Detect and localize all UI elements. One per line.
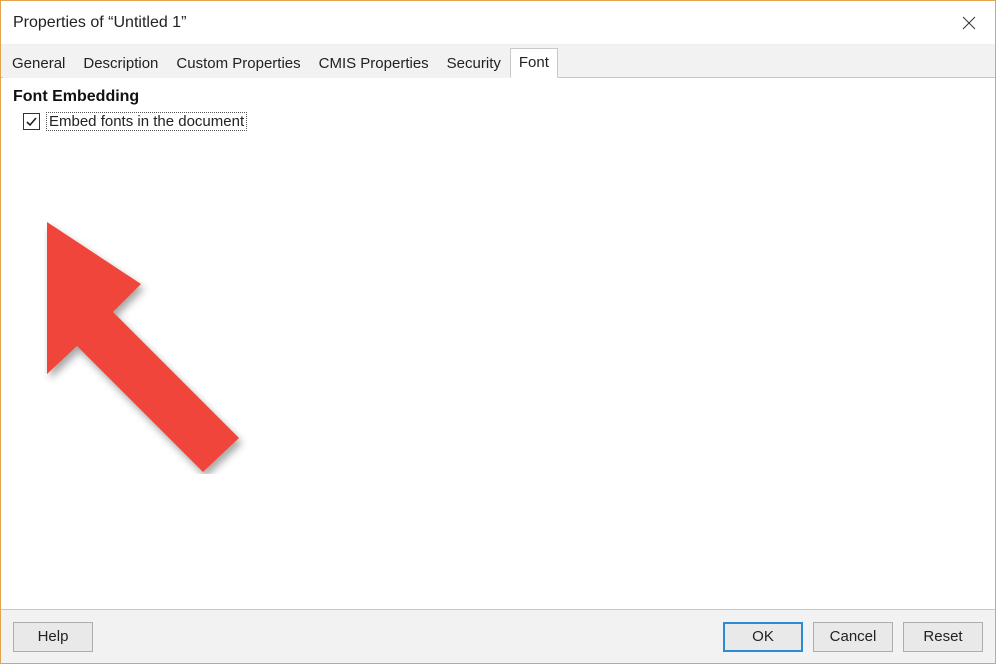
checkmark-icon bbox=[25, 115, 38, 128]
embed-fonts-checkbox[interactable] bbox=[23, 113, 40, 130]
properties-dialog: Properties of “Untitled 1” GeneralDescri… bbox=[0, 0, 996, 664]
tab-font[interactable]: Font bbox=[510, 48, 558, 78]
annotation-arrow-icon bbox=[21, 214, 261, 474]
window-title: Properties of “Untitled 1” bbox=[13, 14, 186, 32]
help-button[interactable]: Help bbox=[13, 622, 93, 652]
close-icon bbox=[962, 16, 976, 30]
tab-row: GeneralDescriptionCustom PropertiesCMIS … bbox=[1, 45, 995, 78]
dialog-footer: Help OK Cancel Reset bbox=[1, 609, 995, 663]
section-heading-font-embedding: Font Embedding bbox=[13, 88, 983, 106]
ok-button[interactable]: OK bbox=[723, 622, 803, 652]
tab-custom-properties[interactable]: Custom Properties bbox=[167, 49, 309, 78]
tab-general[interactable]: General bbox=[3, 49, 74, 78]
titlebar: Properties of “Untitled 1” bbox=[1, 1, 995, 45]
tab-cmis-properties[interactable]: CMIS Properties bbox=[310, 49, 438, 78]
footer-right-group: OK Cancel Reset bbox=[723, 622, 983, 652]
embed-fonts-label[interactable]: Embed fonts in the document bbox=[46, 112, 247, 131]
reset-button[interactable]: Reset bbox=[903, 622, 983, 652]
tab-security[interactable]: Security bbox=[438, 49, 510, 78]
cancel-button[interactable]: Cancel bbox=[813, 622, 893, 652]
close-button[interactable] bbox=[943, 1, 995, 45]
tab-description[interactable]: Description bbox=[74, 49, 167, 78]
tab-content-font: Font Embedding Embed fonts in the docume… bbox=[1, 78, 995, 609]
embed-fonts-row: Embed fonts in the document bbox=[23, 112, 983, 131]
